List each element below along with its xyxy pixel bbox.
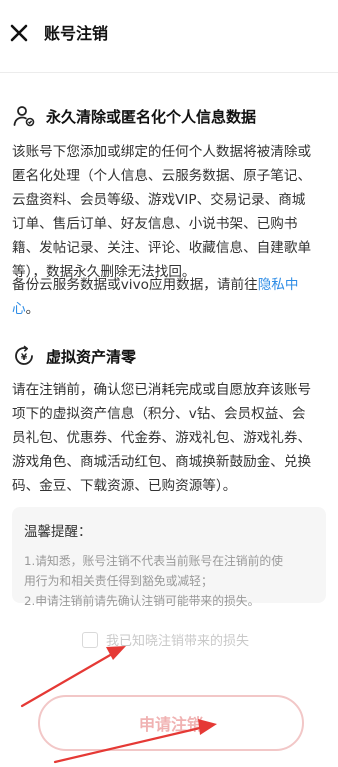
tips-line: 1.请知悉，账号注销不代表当前账号在注销前的使	[24, 554, 283, 568]
apply-cancel-account-button[interactable]: 申请注销	[38, 695, 304, 751]
page-title: 账号注销	[44, 24, 109, 43]
section-personal-data-heading: 永久清除或匿名化个人信息数据	[12, 104, 256, 128]
text-line: 籍、发帖记录、关注、评论、收藏信息、自建歌单	[12, 240, 312, 256]
privacy-center-link-cont[interactable]: 心	[12, 301, 26, 317]
text-line: 订单、售后订单、好友信息、小说书架、已购书	[12, 216, 298, 232]
section-heading-text: 虚拟资产清零	[46, 347, 137, 366]
tips-title: 温馨提醒：	[24, 524, 92, 540]
svg-text:¥: ¥	[21, 353, 28, 363]
header-divider	[0, 72, 338, 73]
user-privacy-icon	[13, 106, 35, 127]
personal-data-description: 该账号下您添加或绑定的任何个人数据将被清除或 匿名化处理（个人信息、云服务数据、…	[12, 140, 326, 284]
text-line: 请在注销前，确认您已消耗完成或自愿放弃该账号	[12, 382, 312, 398]
text-line: 员礼包、优惠券、代金券、游戏礼包、游戏礼券、	[12, 430, 312, 446]
section-heading-text: 永久清除或匿名化个人信息数据	[46, 107, 257, 126]
tips-box: 温馨提醒： 1.请知悉，账号注销不代表当前账号在注销前的使 用行为和相关责任得到…	[12, 507, 326, 608]
text-line: 游戏角色、商城活动红包、商城换新鼓励金、兑换	[12, 454, 312, 470]
yen-reset-icon: ¥	[15, 345, 33, 365]
backup-text: 备份云服务数据或vivo应用数据，请前往	[12, 277, 258, 293]
text-line: 项下的虚拟资产信息（积分、v钻、会员权益、会	[12, 406, 306, 422]
agreement-checkbox[interactable]	[82, 631, 98, 648]
text-line: 码、金豆、下载资源、已购资源等）。	[12, 478, 237, 494]
virtual-assets-description: 请在注销前，确认您已消耗完成或自愿放弃该账号 项下的虚拟资产信息（积分、v钻、会…	[12, 378, 326, 498]
text-line: 该账号下您添加或绑定的任何个人数据将被清除或	[12, 144, 312, 160]
text-line: 匿名化处理（个人信息、云服务数据、原子笔记、	[12, 168, 312, 184]
backup-notice: 备份云服务数据或vivo应用数据，请前往隐私中 心。	[12, 273, 326, 321]
tips-line: 2.申请注销前请先确认注销可能带来的损失。	[24, 594, 260, 608]
apply-button-label: 申请注销	[138, 715, 203, 734]
section-virtual-assets-heading: ¥ 虚拟资产清零	[12, 344, 136, 368]
text-line: 云盘资料、会员等级、游戏VIP、交易记录、商城	[12, 192, 306, 208]
privacy-center-link[interactable]: 隐私中	[258, 277, 299, 293]
backup-text-end: 。	[25, 301, 40, 317]
top-bar: 账号注销	[0, 0, 338, 72]
tips-line: 用行为和相关责任得到豁免或减轻；	[24, 574, 213, 588]
close-icon[interactable]	[8, 22, 30, 44]
agreement-label[interactable]: 我已知晓注销带来的损失	[106, 630, 249, 649]
agreement-row[interactable]: 我已知晓注销带来的损失	[82, 630, 249, 649]
